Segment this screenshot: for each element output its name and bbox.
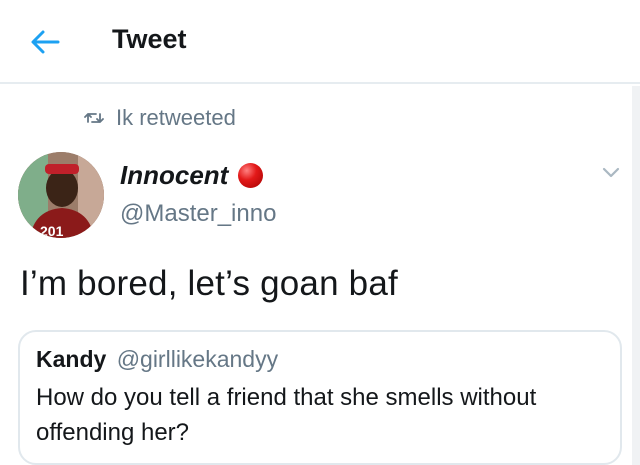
author-name[interactable]: Innocent (120, 160, 264, 191)
scrollbar-track[interactable] (632, 86, 640, 465)
quoted-author-handle: @girllikekandyy (116, 346, 279, 372)
svg-text:201: 201 (40, 223, 64, 238)
retweet-context[interactable]: Ik retweeted (84, 104, 236, 132)
back-button[interactable] (22, 22, 68, 62)
tweet-text: I’m bored, let’s goan baf (20, 264, 398, 303)
red-circle-emoji-icon (238, 163, 264, 188)
top-app-bar: Tweet (0, 0, 640, 84)
avatar[interactable]: 201 (18, 152, 104, 238)
author-name-text: Innocent (120, 160, 229, 190)
author-handle[interactable]: @Master_inno (120, 200, 276, 228)
quoted-author-name: Kandy (36, 346, 107, 372)
chevron-down-icon (602, 167, 620, 178)
quoted-tweet-text: How do you tell a friend that she smells… (36, 384, 537, 446)
page-title: Tweet (112, 24, 187, 54)
quoted-tweet-card[interactable]: Kandy @girllikekandyy How do you tell a … (18, 330, 622, 465)
retweet-label: Ik retweeted (116, 105, 236, 130)
tweet-menu-button[interactable] (598, 162, 624, 182)
retweet-icon (84, 110, 104, 126)
quoted-tweet-header: Kandy @girllikekandyy (36, 346, 278, 373)
arrow-left-icon (31, 30, 60, 54)
